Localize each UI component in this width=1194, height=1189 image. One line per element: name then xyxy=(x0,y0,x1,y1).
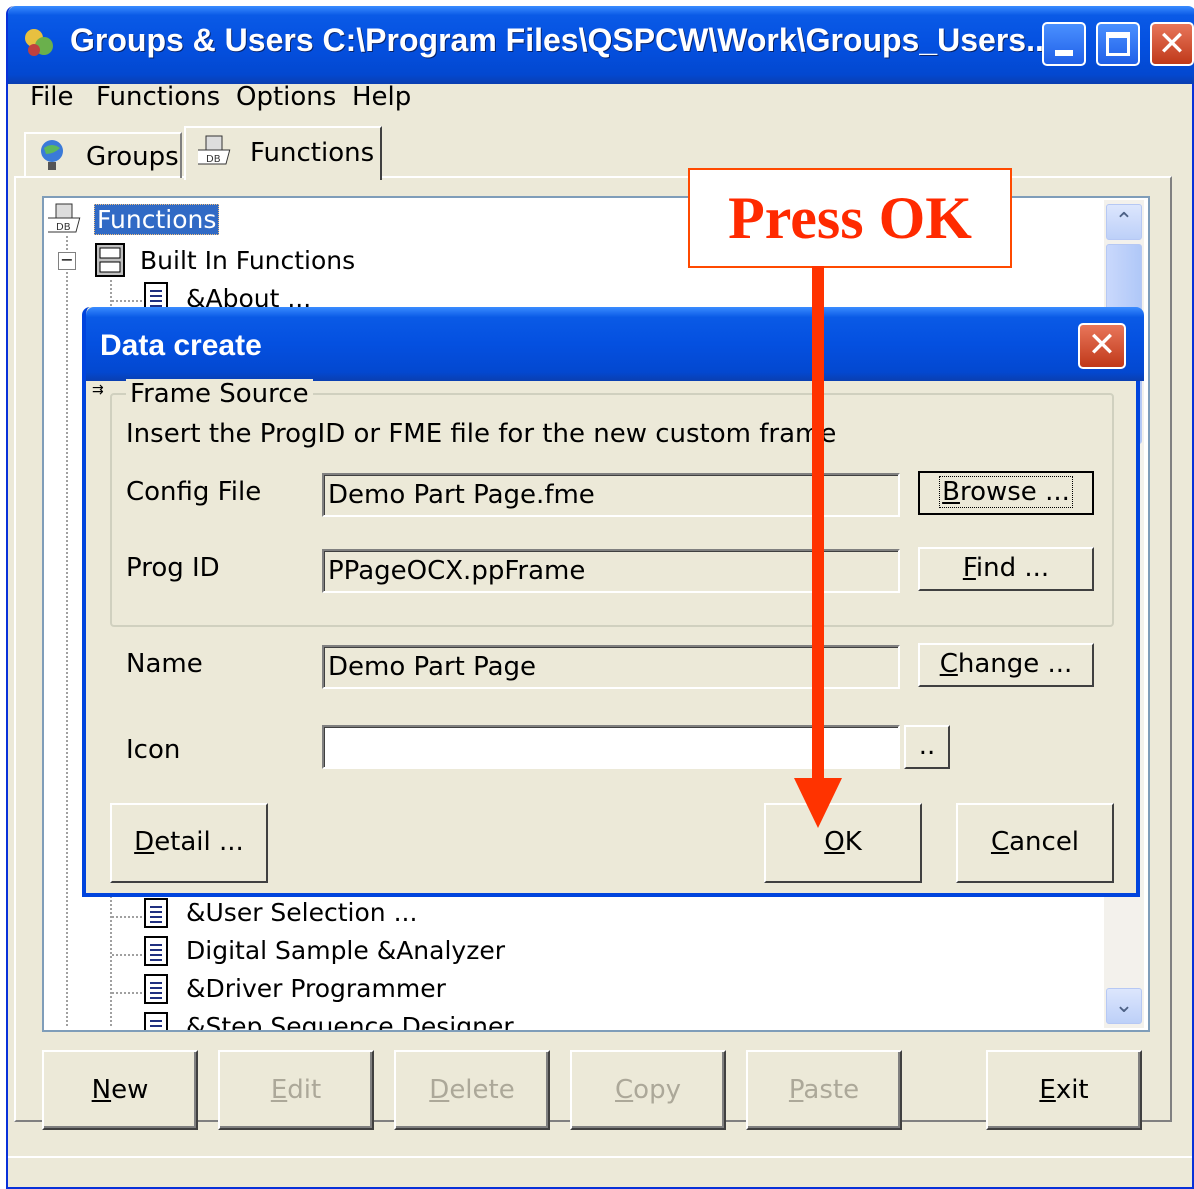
browse-button[interactable]: Browse ... xyxy=(918,471,1094,515)
arrow-head-icon xyxy=(794,778,842,828)
exit-button[interactable]: Exit xyxy=(986,1050,1142,1130)
window-title: Groups & Users C:\Program Files\QSPCW\Wo… xyxy=(70,22,1062,58)
maximize-button[interactable] xyxy=(1096,22,1140,66)
scroll-down-button[interactable]: ⌄ xyxy=(1106,988,1142,1024)
functions-icon: DB xyxy=(191,134,236,168)
svg-text:DB: DB xyxy=(206,154,221,165)
change-button[interactable]: Change ... xyxy=(918,643,1094,687)
tree-item[interactable]: &Driver Programmer xyxy=(186,974,446,1003)
close-button[interactable]: ✕ xyxy=(1150,22,1194,66)
tree-line xyxy=(112,916,142,918)
close-icon: ✕ xyxy=(1157,24,1187,64)
ok-button[interactable]: OK xyxy=(764,803,922,883)
callout-text: Press OK xyxy=(728,185,972,251)
frame-source-label: Frame Source xyxy=(126,379,313,409)
menu-help[interactable]: Help xyxy=(352,82,411,118)
new-button[interactable]: New xyxy=(42,1050,198,1130)
tree-clip: &Step Sequence Designer xyxy=(44,1012,1102,1030)
detail-button[interactable]: Detail ... xyxy=(110,803,268,883)
tree-line xyxy=(112,992,142,994)
svg-text:DB: DB xyxy=(56,222,71,233)
press-ok-callout: Press OK xyxy=(688,168,1012,268)
document-icon xyxy=(144,974,168,1004)
annotation-arrow xyxy=(812,266,824,786)
cancel-button[interactable]: Cancel xyxy=(956,803,1114,883)
find-button[interactable]: Find ... xyxy=(918,547,1094,591)
copy-button[interactable]: Copy xyxy=(570,1050,726,1130)
icon-label: Icon xyxy=(126,735,181,765)
functions-icon: DB xyxy=(41,202,86,236)
tab-functions[interactable]: DB Functions xyxy=(184,126,382,180)
instruction-text: Insert the ProgID or FME file for the ne… xyxy=(126,419,837,449)
tree-item[interactable]: &Step Sequence Designer xyxy=(186,1012,514,1030)
collapse-toggle[interactable]: − xyxy=(58,252,76,270)
name-label: Name xyxy=(126,649,203,679)
document-icon xyxy=(144,898,168,928)
minimize-button[interactable] xyxy=(1042,22,1086,66)
tree-group[interactable]: Built In Functions xyxy=(140,246,355,275)
tree-line xyxy=(66,236,68,1026)
dialog-close-button[interactable]: ✕ xyxy=(1078,323,1126,369)
maximize-icon xyxy=(1106,32,1130,56)
close-icon: ✕ xyxy=(1087,325,1117,365)
document-icon xyxy=(144,1012,168,1030)
app-icon xyxy=(22,26,56,60)
tab-groups-label: Groups xyxy=(86,142,179,172)
data-create-dialog: Data create ✕ ⇉ Frame Source Insert the … xyxy=(82,307,1144,897)
tree-root[interactable]: Functions xyxy=(94,204,220,235)
prog-id-label: Prog ID xyxy=(126,553,220,583)
edit-button[interactable]: Edit xyxy=(218,1050,374,1130)
cabinet-icon xyxy=(94,242,126,278)
menu-options[interactable]: Options xyxy=(236,82,336,118)
tree-line xyxy=(112,300,142,302)
tree-item[interactable]: Digital Sample &Analyzer xyxy=(186,936,505,965)
tree-item[interactable]: &User Selection ... xyxy=(186,898,417,927)
title-bar[interactable]: Groups & Users C:\Program Files\QSPCW\Wo… xyxy=(8,6,1194,84)
dialog-left-icon: ⇉ xyxy=(92,382,104,398)
menu-functions[interactable]: Functions xyxy=(96,82,220,118)
menu-file[interactable]: File xyxy=(30,82,74,118)
globe-user-icon xyxy=(36,138,68,172)
paste-button[interactable]: Paste xyxy=(746,1050,902,1130)
tab-groups[interactable]: Groups xyxy=(24,132,182,178)
dialog-title: Data create xyxy=(100,329,262,362)
config-file-label: Config File xyxy=(126,477,262,507)
minimize-icon xyxy=(1055,50,1073,56)
delete-button[interactable]: Delete xyxy=(394,1050,550,1130)
status-bar xyxy=(8,1156,1192,1158)
tab-functions-label: Functions xyxy=(250,138,375,168)
tree-line xyxy=(112,954,142,956)
icon-browse-button[interactable]: .. xyxy=(904,725,950,769)
scroll-up-button[interactable]: ⌃ xyxy=(1106,204,1142,240)
dialog-title-bar[interactable]: Data create ✕ xyxy=(86,307,1144,381)
document-icon xyxy=(144,936,168,966)
